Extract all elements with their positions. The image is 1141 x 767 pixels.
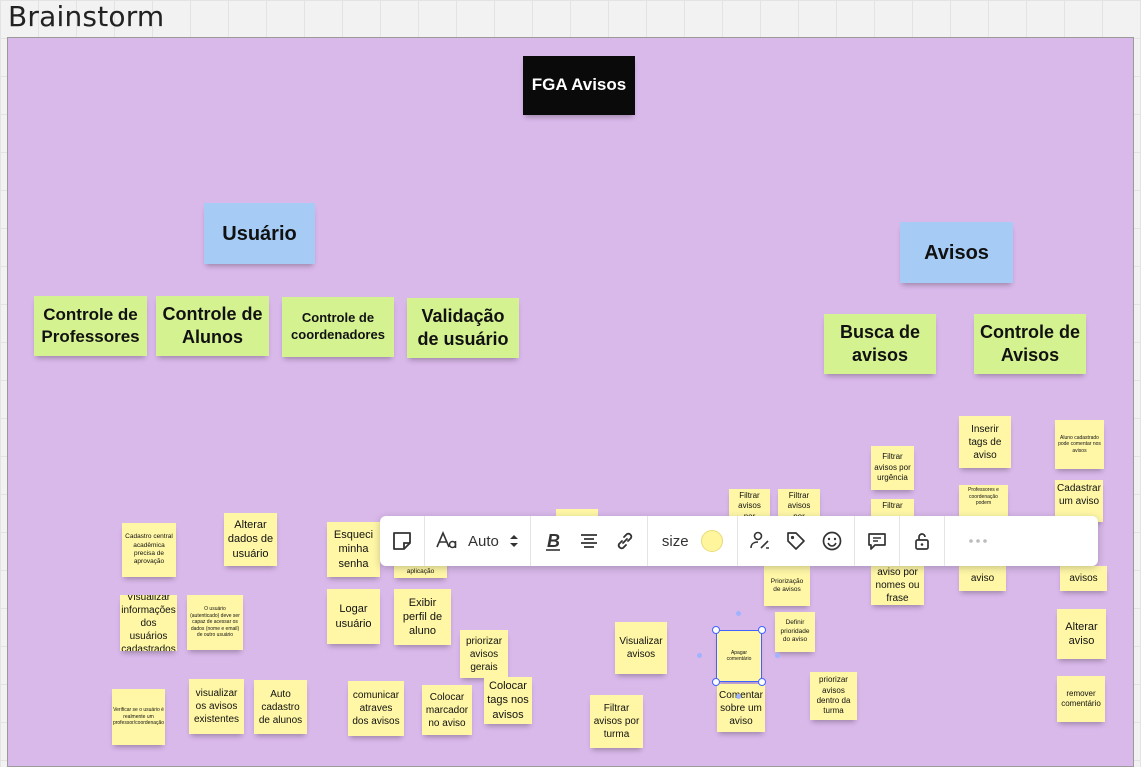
connector-dot-left[interactable] bbox=[697, 653, 702, 658]
connector-dot-right[interactable] bbox=[775, 653, 780, 658]
stepper-icon[interactable] bbox=[505, 526, 523, 556]
note-priorizacao[interactable]: Priorização de avisos bbox=[764, 566, 810, 606]
note-remover-comentario[interactable]: remover comentário bbox=[1057, 676, 1105, 722]
font-icon[interactable] bbox=[432, 526, 462, 556]
note-priorizar-turma[interactable]: priorizar avisos dentro da turma bbox=[810, 672, 857, 720]
align-center-icon[interactable] bbox=[574, 526, 604, 556]
note-colocar-tags[interactable]: Colocar tags nos avisos bbox=[484, 677, 532, 724]
resize-handle-bottom-left[interactable] bbox=[712, 678, 720, 686]
bold-icon[interactable]: B bbox=[538, 526, 568, 556]
note-filtrar-turma[interactable]: Filtrar avisos por turma bbox=[590, 695, 643, 748]
category-usuario[interactable]: Usuário bbox=[204, 203, 315, 264]
resize-handle-top-left[interactable] bbox=[712, 626, 720, 634]
note-logar-usuario[interactable]: Logar usuário bbox=[327, 589, 380, 644]
note-visualizar-info[interactable]: Visualizar informações dos usuários cada… bbox=[120, 595, 177, 651]
note-comunicar-avisos[interactable]: comunicar atraves dos avisos bbox=[348, 681, 404, 736]
group-controle-alunos[interactable]: Controle de Alunos bbox=[156, 296, 269, 356]
connector-dot-bottom[interactable] bbox=[736, 694, 741, 699]
connector-dot-top[interactable] bbox=[736, 611, 741, 616]
link-icon[interactable] bbox=[610, 526, 640, 556]
resize-handle-top-right[interactable] bbox=[758, 626, 766, 634]
note-colocar-marcador[interactable]: Colocar marcador no aviso bbox=[422, 685, 472, 735]
note-exibir-perfil[interactable]: Exibir perfil de aluno bbox=[394, 589, 451, 645]
sticky-note-icon[interactable] bbox=[387, 526, 417, 556]
note-visualizar-avisos[interactable]: Visualizar avisos bbox=[615, 622, 667, 674]
svg-text:B: B bbox=[547, 531, 560, 551]
note-priorizar-gerais[interactable]: priorizar avisos gerais bbox=[460, 630, 508, 678]
note-definir-prioridade[interactable]: Definir prioridade do aviso bbox=[775, 612, 815, 652]
size-label[interactable]: size bbox=[662, 533, 689, 550]
tag-icon[interactable] bbox=[781, 526, 811, 556]
selection-box[interactable] bbox=[716, 630, 762, 682]
group-validacao-usuario[interactable]: Validação de usuário bbox=[407, 298, 519, 358]
note-prof-coord[interactable]: Professores e coordenação podem bbox=[959, 485, 1008, 517]
board-title[interactable]: Brainstorm bbox=[8, 0, 164, 33]
note-alterar-aviso[interactable]: Alterar aviso bbox=[1057, 609, 1106, 659]
group-controle-professores[interactable]: Controle de Professores bbox=[34, 296, 147, 356]
note-aluno-cadastrado[interactable]: Aluno cadastrado pode comentar nos aviso… bbox=[1055, 420, 1104, 469]
brainstorm-frame[interactable] bbox=[7, 37, 1134, 767]
note-avisos-partial[interactable]: avisos bbox=[1060, 566, 1107, 591]
group-controle-coordenadores[interactable]: Controle de coordenadores bbox=[282, 297, 394, 357]
note-cadastro-central[interactable]: Cadastro central acadêmica precisa de ap… bbox=[122, 523, 176, 577]
note-aviso-nomes[interactable]: aviso por nomes ou frase bbox=[871, 566, 924, 605]
resize-handle-bottom-right[interactable] bbox=[758, 678, 766, 686]
assign-icon[interactable] bbox=[745, 526, 775, 556]
note-auto-cadastro[interactable]: Auto cadastro de alunos bbox=[254, 680, 307, 734]
note-visualizar-existentes[interactable]: visualizar os avisos existentes bbox=[189, 679, 244, 734]
context-toolbar: Auto B size bbox=[380, 516, 1098, 566]
note-verificar-usuario[interactable]: Verificar se o usuário é realmente um pr… bbox=[112, 689, 165, 745]
more-icon[interactable] bbox=[963, 526, 993, 556]
category-avisos[interactable]: Avisos bbox=[900, 222, 1013, 283]
note-filtrar-urgencia[interactable]: Filtrar avisos por urgência bbox=[871, 446, 914, 490]
comment-icon[interactable] bbox=[862, 526, 892, 556]
group-controle-avisos[interactable]: Controle de Avisos bbox=[974, 314, 1086, 374]
group-busca-avisos[interactable]: Busca de avisos bbox=[824, 314, 936, 374]
note-alterar-dados[interactable]: Alterar dados de usuário bbox=[224, 513, 277, 566]
note-inserir-tags[interactable]: Inserir tags de aviso bbox=[959, 416, 1011, 468]
font-size-value[interactable]: Auto bbox=[468, 533, 499, 550]
note-filtrar-por-1[interactable]: Filtrar avisos por bbox=[729, 489, 770, 519]
note-esqueci-senha[interactable]: Esqueci minha senha bbox=[327, 522, 380, 577]
header-note[interactable]: FGA Avisos bbox=[523, 56, 635, 115]
note-comentar-aviso[interactable]: Comentar sobre um aviso bbox=[717, 684, 765, 732]
emoji-icon[interactable] bbox=[817, 526, 847, 556]
lock-icon[interactable] bbox=[907, 526, 937, 556]
note-aviso-partial[interactable]: aviso bbox=[959, 566, 1006, 591]
note-filtrar-por-2[interactable]: Filtrar avisos por bbox=[778, 489, 820, 519]
note-usuario-autenticado[interactable]: O usuário (autenticado) deve ser capaz d… bbox=[187, 595, 243, 650]
color-swatch[interactable] bbox=[700, 530, 723, 552]
